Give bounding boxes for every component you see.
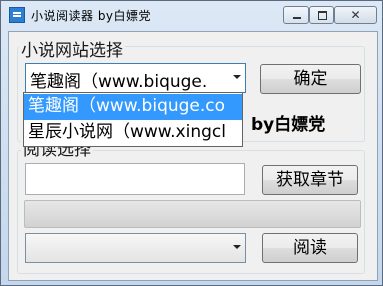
book-search-input[interactable]: [25, 163, 245, 195]
client-area: 小说网站选择 笔趣阁（www.biquge. 确定 by白嫖党 阅读选择 获取章…: [8, 31, 378, 281]
progress-bar: [24, 200, 361, 228]
site-select-combo[interactable]: 笔趣阁（www.biquge.: [25, 63, 246, 93]
app-window-icon: [9, 7, 25, 23]
chevron-down-icon: [233, 75, 241, 79]
close-icon: ✕: [350, 8, 361, 22]
site-dropdown-list: 笔趣阁（www.biquge.co 星辰小说网（www.xingcl: [23, 92, 243, 147]
fetch-chapters-button[interactable]: 获取章节: [262, 165, 358, 195]
chevron-down-icon: [233, 245, 241, 249]
author-byline: by白嫖党: [251, 115, 326, 135]
window-title: 小说阅读器 by白嫖党: [31, 9, 152, 23]
confirm-button[interactable]: 确定: [260, 64, 361, 94]
read-button[interactable]: 阅读: [262, 233, 358, 263]
dropdown-option-biquge[interactable]: 笔趣阁（www.biquge.co: [24, 94, 242, 120]
chapter-select-combo[interactable]: [25, 233, 246, 263]
minimize-button[interactable]: [283, 6, 309, 24]
dropdown-option-xingchen[interactable]: 星辰小说网（www.xingcl: [24, 120, 242, 146]
close-button[interactable]: ✕: [334, 6, 377, 24]
site-select-value: 笔趣阁（www.biquge.: [30, 72, 208, 92]
title-bar[interactable]: 小说阅读器 by白嫖党 ✕: [1, 1, 382, 29]
site-select-label: 小说网站选择: [19, 36, 125, 61]
maximize-button[interactable]: [309, 6, 334, 24]
